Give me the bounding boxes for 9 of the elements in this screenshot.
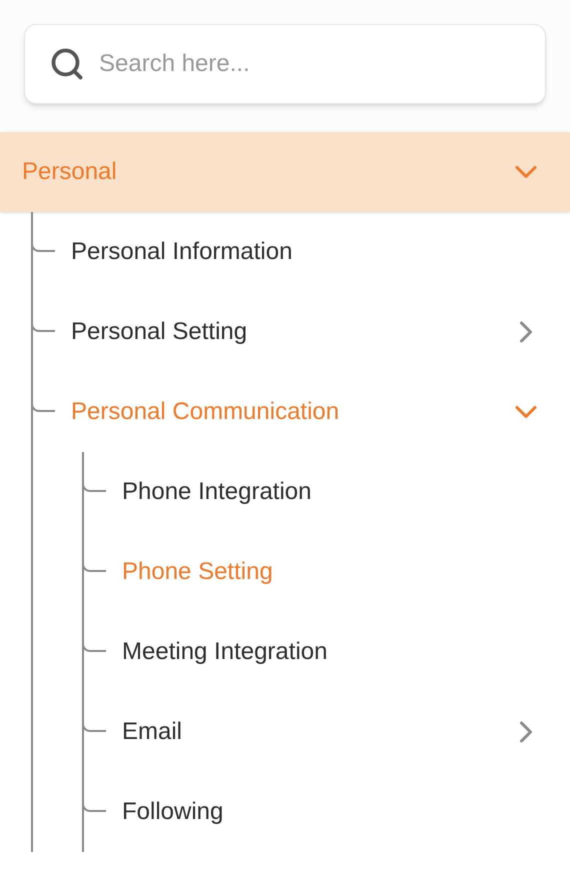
menu-item[interactable]: Personal Information bbox=[71, 234, 544, 270]
menu-item[interactable]: Following bbox=[122, 794, 544, 830]
menu-item[interactable]: Personal Setting bbox=[71, 314, 508, 350]
search-input[interactable]: Search here... bbox=[99, 46, 521, 82]
menu-item[interactable]: Phone Integration bbox=[122, 474, 544, 510]
menu-item[interactable]: Meeting Integration bbox=[122, 634, 544, 670]
search-field[interactable]: Search here... bbox=[24, 24, 546, 104]
menu-item[interactable]: Email bbox=[122, 714, 508, 750]
search-icon bbox=[49, 46, 85, 82]
